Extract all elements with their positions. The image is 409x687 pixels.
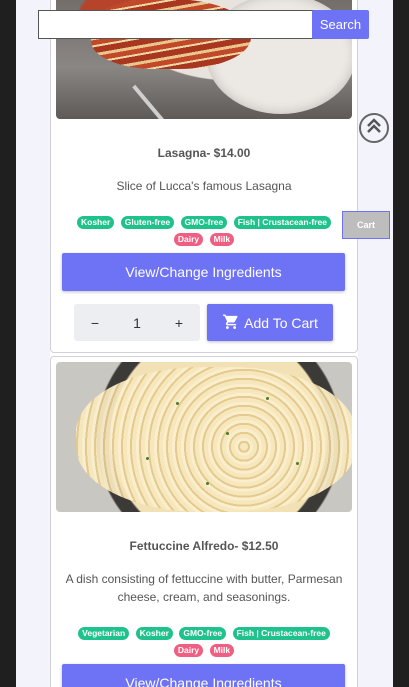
menu-item-card: Fettuccine Alfredo- $12.50 A dish consis… [50,356,358,687]
view-change-ingredients-button[interactable]: View/Change Ingredients [62,253,345,291]
search-button[interactable]: Search [312,10,369,39]
add-to-cart-label: Add To Cart [244,314,318,331]
allergen-badge: Milk [209,644,235,657]
decrease-quantity-button[interactable]: − [80,315,110,331]
item-title: Fettuccine Alfredo- $12.50 [129,539,279,553]
search-input[interactable] [38,10,314,39]
allergen-badge: Dairy [173,644,204,657]
item-description: Slice of Lucca's famous Lasagna [116,179,292,193]
increase-quantity-button[interactable]: + [164,315,194,331]
tag-badge: Fish | Crustacean-free [233,216,332,229]
dietary-tags: Kosher Gluten-free GMO-free Fish | Crust… [61,212,347,246]
tag-badge: Fish | Crustacean-free [232,627,330,640]
menu-item-card: Lasagna- $14.00 Slice of Lucca's famous … [50,0,358,353]
add-to-cart-button[interactable]: Add To Cart [207,304,333,341]
tag-badge: Kosher [76,216,115,229]
tag-badge: GMO-free [180,216,228,229]
tag-badge: Gluten-free [120,216,175,229]
view-change-ingredients-button[interactable]: View/Change Ingredients [62,664,345,687]
double-chevron-up-icon [366,117,382,140]
tag-badge: Kosher [135,627,173,640]
page-viewport: Lasagna- $14.00 Slice of Lucca's famous … [16,0,393,687]
allergen-badge: Milk [209,233,235,246]
item-description: A dish consisting of fettuccine with but… [65,572,343,604]
cart-icon [222,313,240,332]
quantity-value: 1 [133,314,141,331]
dietary-tags: Vegetarian Kosher GMO-free Fish | Crusta… [61,623,347,657]
floating-cart-button[interactable]: Cart [342,211,390,239]
tag-badge: GMO-free [179,627,227,640]
food-image-fettuccine [56,362,352,512]
allergen-badge: Dairy [173,233,204,246]
quantity-stepper: − 1 + [74,304,200,341]
item-title: Lasagna- $14.00 [157,146,251,160]
tag-badge: Vegetarian [78,627,130,640]
scroll-to-top-button[interactable] [359,113,389,143]
